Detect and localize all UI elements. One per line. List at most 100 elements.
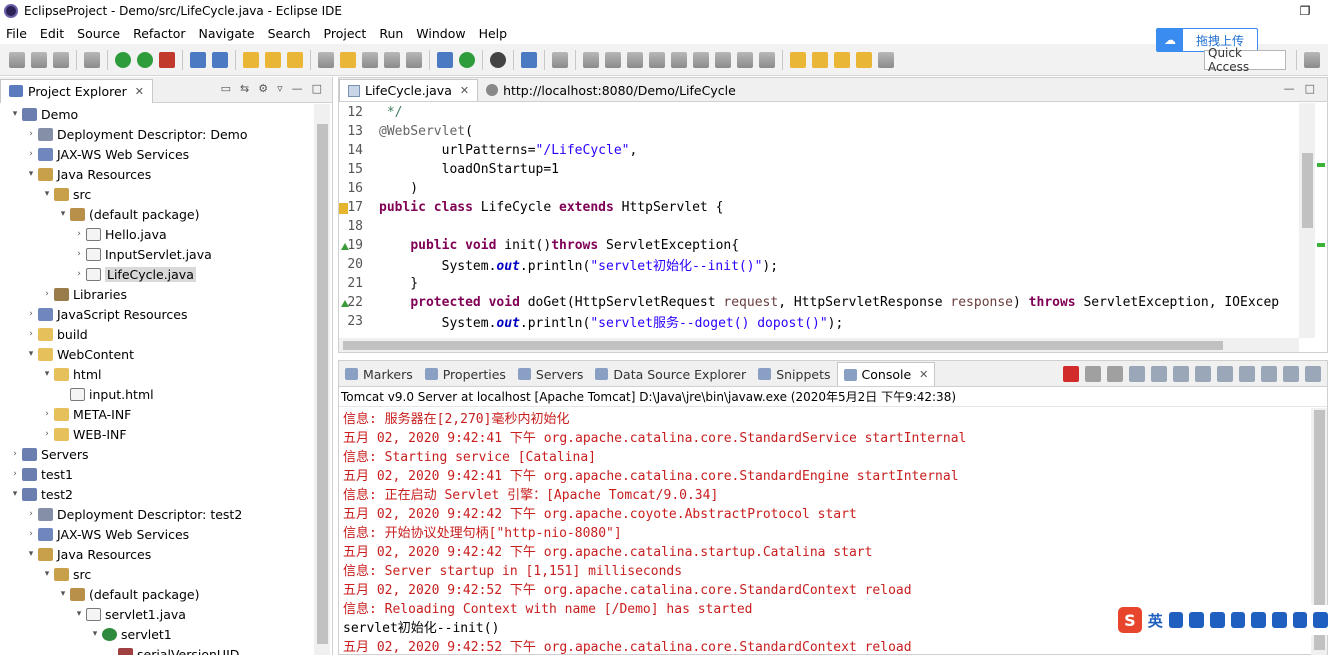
show-on-output-icon[interactable]	[1195, 366, 1211, 382]
tree-item[interactable]: ▾ Java Resources	[0, 544, 314, 564]
step-over-icon[interactable]	[693, 51, 709, 68]
tab-project-explorer[interactable]: Project Explorer ✕	[0, 78, 154, 103]
collapse-arrow-icon[interactable]: ›	[24, 129, 38, 139]
expand-arrow-icon[interactable]: ▾	[24, 349, 38, 359]
restore-button[interactable]: ❐	[1282, 0, 1328, 22]
toggle-breadcrumb-icon[interactable]	[362, 51, 378, 68]
expand-arrow-icon[interactable]: ▾	[24, 549, 38, 559]
tree-item[interactable]: ▾ src	[0, 184, 314, 204]
scrollbar-thumb[interactable]	[343, 341, 1223, 350]
close-icon[interactable]: ✕	[919, 368, 928, 381]
clear-console-icon[interactable]	[1129, 366, 1145, 382]
resume-icon[interactable]	[583, 51, 599, 68]
tab-console[interactable]: Console ✕	[836, 362, 936, 386]
tree-item[interactable]: ▾ Java Resources	[0, 164, 314, 184]
collapse-arrow-icon[interactable]: ›	[24, 149, 38, 159]
code-line[interactable]: 15 loadOnStartup=1	[339, 160, 1299, 179]
skip-breakpoints-icon[interactable]	[552, 51, 568, 68]
code-line[interactable]: 16 )	[339, 179, 1299, 198]
minimize-icon[interactable]: —	[1284, 82, 1295, 95]
override-marker-icon[interactable]	[341, 300, 349, 307]
remove-all-icon[interactable]	[1107, 366, 1123, 382]
previous-annotation-icon[interactable]	[812, 51, 828, 68]
tree-item[interactable]: ▾ test2	[0, 484, 314, 504]
disconnect-icon[interactable]	[649, 51, 665, 68]
browser-icon[interactable]	[437, 51, 453, 68]
tab-properties[interactable]: Properties	[419, 362, 512, 386]
overview-marker[interactable]	[1317, 243, 1325, 247]
run-icon[interactable]	[115, 51, 131, 68]
overview-marker[interactable]	[1317, 163, 1325, 167]
editor-hscrollbar[interactable]	[339, 338, 1299, 352]
new-java-class-icon[interactable]	[212, 51, 228, 68]
quick-access-input[interactable]: Quick Access	[1204, 46, 1286, 74]
collapse-arrow-icon[interactable]: ›	[8, 469, 22, 479]
skin-icon[interactable]	[1272, 612, 1287, 628]
code-line[interactable]: 21 }	[339, 274, 1299, 293]
filter-icon[interactable]: ⚙	[258, 82, 268, 95]
next-annotation-icon[interactable]	[790, 51, 806, 68]
maximize-icon[interactable]: □	[312, 82, 322, 95]
word-wrap-icon[interactable]	[1173, 366, 1189, 382]
remove-launch-icon[interactable]	[1085, 366, 1101, 382]
explorer-scrollbar[interactable]	[314, 104, 330, 655]
pin-icon[interactable]	[318, 51, 334, 68]
maximize-icon[interactable]: □	[1305, 82, 1315, 95]
menu-edit[interactable]: Edit	[34, 26, 71, 41]
scrollbar-thumb[interactable]	[317, 124, 328, 644]
menu-source[interactable]: Source	[71, 26, 127, 41]
mark-occurrences-icon[interactable]	[340, 51, 356, 68]
open-console-icon[interactable]	[1283, 366, 1299, 382]
code-line[interactable]: 14 urlPatterns="/LifeCycle",	[339, 141, 1299, 160]
expand-arrow-icon[interactable]: ▾	[56, 589, 70, 599]
tree-item[interactable]: › LifeCycle.java	[0, 264, 314, 284]
collapse-arrow-icon[interactable]: ›	[72, 269, 86, 279]
tree-item[interactable]: › Libraries	[0, 284, 314, 304]
code-line[interactable]: 17 public class LifeCycle extends HttpSer…	[339, 198, 1299, 217]
save-all-icon[interactable]	[53, 51, 69, 68]
open-perspective-icon[interactable]	[1304, 51, 1320, 68]
editor-tab[interactable]: LifeCycle.java ✕	[339, 79, 479, 101]
expand-arrow-icon[interactable]: ▾	[40, 189, 54, 199]
step-return-icon[interactable]	[715, 51, 731, 68]
show-whitespace-icon[interactable]	[406, 51, 422, 68]
menu-run[interactable]: Run	[373, 26, 410, 41]
tree-item[interactable]: ▾ servlet1	[0, 624, 314, 644]
new-icon[interactable]	[9, 51, 25, 68]
grid-icon[interactable]	[1313, 612, 1328, 628]
code-line[interactable]: 22 protected void doGet(HttpServletReque…	[339, 293, 1299, 312]
menu-navigate[interactable]: Navigate	[193, 26, 262, 41]
punctuation-icon[interactable]	[1189, 612, 1205, 628]
menu-search[interactable]: Search	[262, 26, 318, 41]
editor-tab[interactable]: http://localhost:8080/Demo/LifeCycle	[478, 79, 744, 101]
collapse-arrow-icon[interactable]: ›	[24, 509, 38, 519]
collapse-all-icon[interactable]: ▭	[221, 82, 231, 95]
scroll-lock-icon[interactable]	[1151, 366, 1167, 382]
collapse-arrow-icon[interactable]: ›	[40, 429, 54, 439]
search-icon[interactable]	[287, 51, 303, 68]
code-view[interactable]: 12 */ 13 @WebServlet(14 urlPatterns="/Life…	[339, 103, 1299, 338]
new-server-icon[interactable]	[190, 51, 206, 68]
tree-item[interactable]: › META-INF	[0, 404, 314, 424]
suspend-icon[interactable]	[605, 51, 621, 68]
terminate-icon[interactable]	[627, 51, 643, 68]
tree-item[interactable]: › Hello.java	[0, 224, 314, 244]
collapse-arrow-icon[interactable]: ›	[72, 249, 86, 259]
tree-item[interactable]: ▾ servlet1.java	[0, 604, 314, 624]
code-line[interactable]: 12 */	[339, 103, 1299, 122]
collapse-arrow-icon[interactable]: ›	[24, 529, 38, 539]
expand-arrow-icon[interactable]: ▾	[40, 569, 54, 579]
expand-arrow-icon[interactable]: ▾	[8, 489, 22, 499]
last-edit-location-icon[interactable]	[834, 51, 850, 68]
emoji-icon[interactable]	[1210, 612, 1225, 628]
minimize-icon[interactable]: —	[292, 82, 303, 95]
tree-item[interactable]: ▾ src	[0, 564, 314, 584]
tree-item[interactable]: › JavaScript Resources	[0, 304, 314, 324]
use-step-filters-icon[interactable]	[759, 51, 775, 68]
tree-item[interactable]: › Deployment Descriptor: Demo	[0, 124, 314, 144]
collapse-arrow-icon[interactable]: ›	[24, 309, 38, 319]
tree-item[interactable]: input.html	[0, 384, 314, 404]
tab-servers[interactable]: Servers	[512, 362, 590, 386]
expand-arrow-icon[interactable]: ▾	[88, 629, 102, 639]
close-icon[interactable]: ✕	[460, 84, 469, 97]
